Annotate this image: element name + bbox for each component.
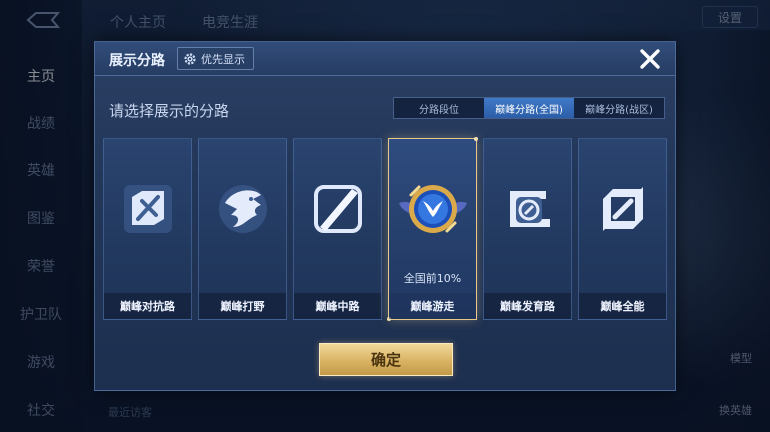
lane-cards: 巅峰对抗路 巅峰打野 巅峰中路 全国前10% 巅峰游走 巅峰发育路 巅峰全能 [103, 137, 669, 322]
dialog-title: 展示分路 [109, 53, 165, 69]
segment-peak-national[interactable]: 巅峰分路(全国) [484, 98, 574, 118]
priority-display-button[interactable]: 优先显示 [177, 47, 254, 70]
confirm-button[interactable]: 确定 [319, 343, 453, 376]
lane-card-mid[interactable]: 巅峰中路 [293, 138, 382, 320]
card-label: 巅峰游走 [389, 293, 476, 319]
segment-lane-rank[interactable]: 分路段位 [394, 98, 484, 118]
farm-lane-icon [510, 191, 550, 227]
card-label: 巅峰中路 [294, 293, 381, 319]
lane-card-roam[interactable]: 全国前10% 巅峰游走 [387, 137, 478, 321]
lane-card-farm[interactable]: 巅峰发育路 [483, 138, 572, 320]
card-label: 巅峰发育路 [484, 293, 571, 319]
clash-lane-icon [124, 185, 172, 233]
card-label: 巅峰打野 [199, 293, 286, 319]
corner-dot [474, 137, 478, 141]
card-label: 巅峰对抗路 [104, 293, 191, 319]
all-round-icon [603, 187, 643, 231]
roam-rank-text: 全国前10% [403, 272, 462, 285]
roam-icon [399, 185, 467, 233]
lane-card-clash[interactable]: 巅峰对抗路 [103, 138, 192, 320]
jungle-icon [219, 185, 267, 233]
segment-peak-region[interactable]: 巅峰分路(战区) [574, 98, 664, 118]
lane-source-segmented-control: 分路段位 巅峰分路(全国) 巅峰分路(战区) [393, 97, 665, 119]
mid-lane-icon [314, 185, 362, 233]
select-lane-prompt: 请选择展示的分路 [109, 102, 230, 120]
card-label: 巅峰全能 [579, 293, 666, 319]
close-icon [640, 49, 660, 69]
close-button[interactable] [635, 44, 665, 74]
lane-card-jungle[interactable]: 巅峰打野 [198, 138, 287, 320]
priority-display-label: 优先显示 [201, 52, 245, 66]
dialog-header: 展示分路 优先显示 [95, 42, 675, 76]
gear-icon [184, 52, 196, 65]
lane-display-dialog: 展示分路 优先显示 请选择展示的分路 分路段位 巅峰分路(全国) 巅峰分路(战区… [94, 41, 676, 391]
lane-card-all-round[interactable]: 巅峰全能 [578, 138, 667, 320]
